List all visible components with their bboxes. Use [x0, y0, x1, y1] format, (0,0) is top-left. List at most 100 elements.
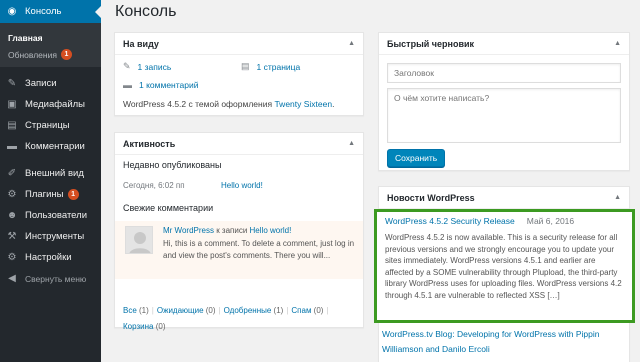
comment-excerpt: Hi, this is a comment. To delete a comme… [163, 239, 355, 260]
menu-item-label: Комментарии [25, 141, 85, 152]
menu-item-plugins[interactable]: ⚙ Плагины 1 [0, 184, 101, 205]
filter-count: (0) [311, 306, 324, 315]
news-item-2-link[interactable]: WordPress.tv Blog: Developing for WordPr… [382, 327, 630, 357]
comment-on-text: к записи [213, 226, 250, 235]
widget-title: Новости WordPress [387, 192, 475, 203]
news-item-highlighted: WordPress 4.5.2 Security Release Май 6, 2… [374, 209, 635, 323]
tools-icon: ⚒ [7, 231, 17, 242]
widget-title: Быстрый черновик [387, 38, 475, 49]
glance-posts: ✎ 1 запись [123, 61, 171, 72]
filter-all-link[interactable]: Все [123, 306, 137, 315]
comments-count-link[interactable]: 1 комментарий [139, 80, 199, 90]
recently-published-heading: Недавно опубликованы [123, 160, 222, 170]
plugins-count-badge: 1 [67, 189, 79, 200]
at-a-glance-widget: На виду ▲ ✎ 1 запись ▤ 1 страница ▬ 1 ко… [114, 32, 364, 116]
submenu-item-label: Главная [8, 32, 43, 43]
comment-icon: ▬ [123, 80, 132, 90]
avatar [125, 226, 153, 254]
widget-title: На виду [123, 38, 159, 49]
menu-item-media[interactable]: ▣ Медиафайлы [0, 94, 101, 115]
toggle-arrow-icon[interactable]: ▲ [348, 140, 355, 147]
collapse-menu-label: Свернуть меню [25, 273, 87, 284]
news-item-header: WordPress 4.5.2 Security Release Май 6, 2… [385, 216, 574, 226]
widget-header: Новости WordPress ▲ [379, 187, 629, 209]
glance-comments: ▬ 1 комментарий [123, 80, 199, 90]
news-item-title-link[interactable]: WordPress 4.5.2 Security Release [385, 216, 515, 226]
menu-item-appearance[interactable]: ✐ Внешний вид [0, 163, 101, 184]
dashboard-icon: ◉ [7, 6, 17, 17]
published-post-link[interactable]: Hello world! [221, 181, 263, 190]
media-icon: ▣ [7, 99, 17, 110]
menu-item-label: Консоль [25, 6, 62, 17]
collapse-menu-button[interactable]: ◀ Свернуть меню [0, 268, 101, 289]
pages-icon: ▤ [7, 120, 17, 131]
menu-item-posts[interactable]: ✎ Записи [0, 73, 101, 94]
menu-item-settings[interactable]: ⚙ Настройки [0, 247, 101, 268]
filter-approved-link[interactable]: Одобренные [224, 306, 272, 315]
widget-title: Активность [123, 138, 176, 149]
draft-title-input[interactable] [387, 63, 621, 83]
save-draft-button[interactable]: Сохранить [387, 149, 446, 167]
quick-draft-widget: Быстрый черновик ▲ Сохранить [378, 32, 630, 171]
widget-header: Активность ▲ [115, 133, 363, 155]
glance-pages: ▤ 1 страница [241, 61, 300, 72]
news-item-body: WordPress 4.5.2 is now available. This i… [385, 233, 622, 300]
menu-item-label: Плагины [25, 189, 64, 200]
menu-item-tools[interactable]: ⚒ Инструменты [0, 226, 101, 247]
activity-widget: Активность ▲ Недавно опубликованы Сегодн… [114, 132, 364, 331]
menu-item-dashboard[interactable]: ◉ Консоль [0, 0, 101, 23]
comment-post-link[interactable]: Hello world! [250, 226, 292, 235]
submenu-item-home[interactable]: Главная [0, 29, 101, 46]
pages-count-link[interactable]: 1 страница [257, 62, 301, 72]
recent-comments-heading: Свежие комментарии [123, 203, 214, 213]
version-info: WordPress 4.5.2 с темой оформления Twent… [123, 99, 334, 109]
settings-icon: ⚙ [7, 252, 17, 263]
comment-item: Mr WordPress к записи Hello world! Hi, t… [115, 221, 363, 279]
filter-count: (1) [271, 306, 284, 315]
filter-count: (1) [136, 306, 149, 315]
comments-icon: ▬ [7, 141, 17, 152]
filter-count: (0) [153, 322, 166, 331]
filter-trash-link[interactable]: Корзина [123, 322, 153, 331]
filter-spam-link[interactable]: Спам [291, 306, 311, 315]
menu-item-comments[interactable]: ▬ Комментарии [0, 136, 101, 157]
comment-filters: Все (1) | Ожидающие (0) | Одобренные (1) | Спа… [123, 306, 329, 331]
posts-count-link[interactable]: 1 запись [138, 62, 172, 72]
menu-item-label: Внешний вид [25, 168, 84, 179]
collapse-arrow-icon: ◀ [8, 273, 16, 284]
menu-item-label: Инструменты [25, 231, 85, 242]
theme-link[interactable]: Twenty Sixteen [274, 99, 332, 109]
submenu-item-updates[interactable]: Обновления 1 [0, 46, 101, 63]
toggle-arrow-icon[interactable]: ▲ [614, 40, 621, 47]
submenu-item-label: Обновления [8, 49, 57, 60]
menu-item-label: Настройки [25, 252, 72, 263]
menu-item-label: Медиафайлы [25, 99, 86, 110]
pin-icon: ✎ [7, 78, 17, 89]
menu-item-pages[interactable]: ▤ Страницы [0, 115, 101, 136]
menu-item-label: Пользователи [25, 210, 88, 221]
version-text: WordPress 4.5.2 с темой оформления [123, 99, 275, 109]
version-suffix: . [332, 99, 335, 109]
dashboard-submenu: Главная Обновления 1 [0, 23, 101, 67]
users-icon: ☻ [6, 210, 18, 221]
draft-content-textarea[interactable] [387, 88, 621, 143]
pin-icon: ✎ [123, 61, 131, 71]
widget-header: Быстрый черновик ▲ [379, 33, 629, 55]
page-icon: ▤ [241, 61, 250, 71]
filter-count: (0) [203, 306, 216, 315]
published-date: Сегодня, 6:02 пп [123, 181, 185, 190]
page-title: Консоль [115, 3, 177, 20]
menu-item-label: Страницы [25, 120, 70, 131]
admin-sidebar: ◉ Консоль Главная Обновления 1 ✎ Записи … [0, 0, 101, 362]
filter-pending-link[interactable]: Ожидающие [157, 306, 204, 315]
menu-item-label: Записи [25, 78, 57, 89]
toggle-arrow-icon[interactable]: ▲ [614, 194, 621, 201]
toggle-arrow-icon[interactable]: ▲ [348, 40, 355, 47]
widget-header: На виду ▲ [115, 33, 363, 55]
news-item-date: Май 6, 2016 [526, 216, 575, 226]
plugins-icon: ⚙ [7, 189, 17, 200]
comment-author-link[interactable]: Mr WordPress [163, 226, 214, 235]
updates-count-badge: 1 [60, 49, 72, 60]
avatar-silhouette-icon [126, 227, 152, 253]
menu-item-users[interactable]: ☻ Пользователи [0, 205, 101, 226]
